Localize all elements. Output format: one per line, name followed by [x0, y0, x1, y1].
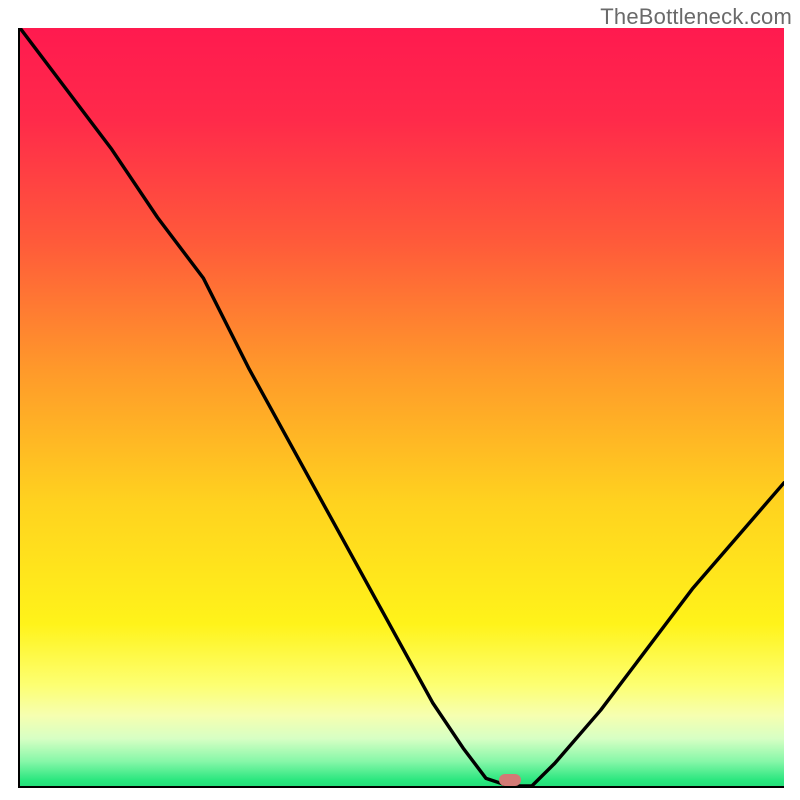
optimal-point-marker: [499, 774, 521, 786]
plot-area: [18, 28, 784, 788]
chart-canvas: TheBottleneck.com: [0, 0, 800, 800]
bottleneck-curve: [20, 28, 784, 786]
watermark-text: TheBottleneck.com: [600, 4, 792, 30]
